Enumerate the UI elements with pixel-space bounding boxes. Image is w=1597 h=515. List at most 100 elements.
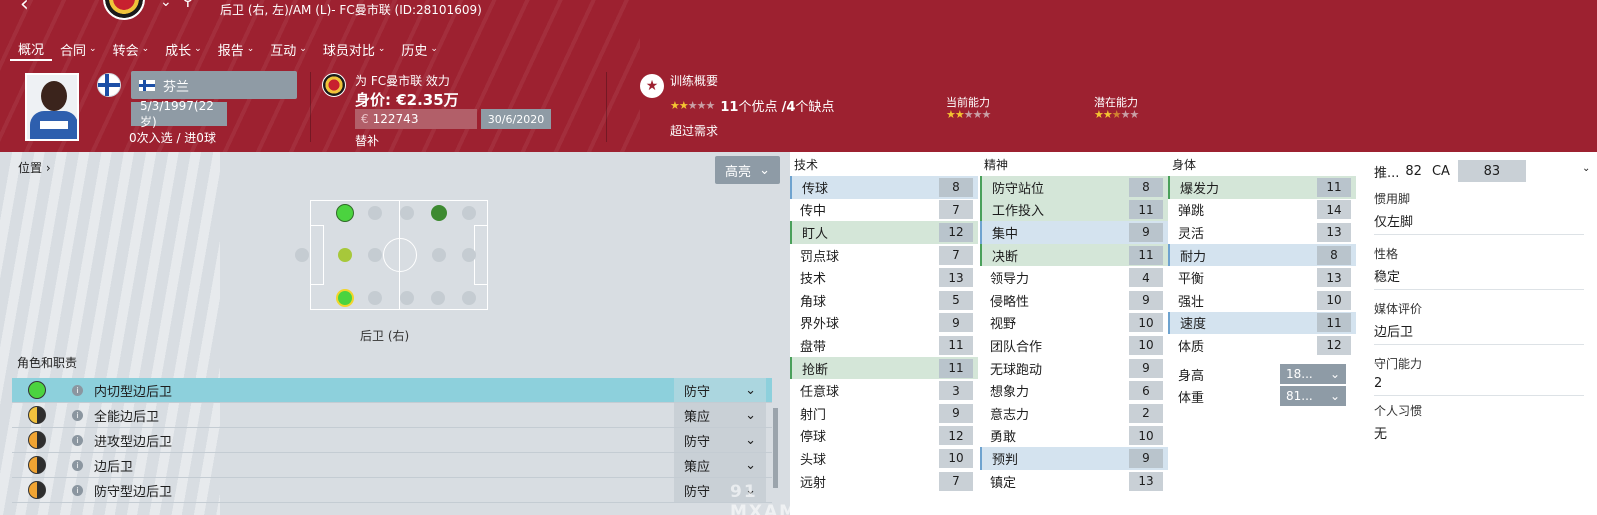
info-icon[interactable]: i [72,434,83,446]
tab-transfer[interactable]: 转会 ⌄ [105,37,158,61]
attr-row[interactable]: 抢断 11 [790,356,978,380]
attr-row[interactable]: 灵活 13 [1168,221,1356,244]
position-dot-dc[interactable] [338,248,352,262]
attr-row[interactable]: 技术 13 [790,266,978,289]
position-dot-gk[interactable] [295,248,309,262]
attr-row[interactable]: 镇定 13 [980,470,1168,493]
attr-row[interactable]: 工作投入 11 [980,198,1168,222]
club-crest-icon[interactable] [322,73,346,97]
position-dot-amc[interactable] [432,248,446,262]
position-dot-m-l[interactable] [400,206,414,220]
roles-header: 角色和职责 [17,356,78,370]
info-icon[interactable]: i [72,459,83,471]
attr-row[interactable]: 头球 10 [790,447,978,470]
attr-row[interactable]: 强壮 10 [1168,289,1356,312]
attr-row[interactable]: 传中 7 [790,199,978,222]
attr-value: 2 [1129,403,1163,423]
attr-row[interactable]: 耐力 8 [1168,243,1356,267]
roles-scrollbar[interactable] [773,408,778,488]
duty-dropdown[interactable]: 策应 ⌄ [674,453,766,477]
position-dot-st-l[interactable] [462,206,476,220]
attr-row[interactable]: 爆发力 11 [1168,176,1356,199]
attr-row[interactable]: 速度 11 [1168,311,1356,335]
plays-for-text[interactable]: 为 FC曼市联 效力 [355,72,450,89]
training-rating[interactable]: ★★★★★ 11个优点 /4个缺点 [670,96,834,115]
attr-row[interactable]: 预判 9 [980,447,1168,470]
position-dot-dr[interactable] [336,289,354,307]
nation-field[interactable]: 芬兰 [131,71,297,99]
tab-overview[interactable]: 概况 [10,37,53,61]
back-icon[interactable]: ‹ [20,0,29,17]
position-dot-m-r[interactable] [400,291,414,305]
position-dot-dl[interactable] [336,204,354,222]
attr-row[interactable]: 防守站位 8 [980,176,1168,199]
position-dot-dm-r[interactable] [368,291,382,305]
info-icon[interactable]: i [72,384,83,396]
position-dot-dm[interactable] [368,248,382,262]
duty-dropdown[interactable]: 策应 ⌄ [674,403,766,427]
attr-row[interactable]: 勇敢 10 [980,425,1168,448]
role-row[interactable]: i 内切型边后卫 防守 ⌄ [12,378,772,403]
role-row[interactable]: i 防守型边后卫 防守 ⌄ [12,478,772,503]
attr-row[interactable]: 射门 9 [790,402,978,425]
weight-select[interactable]: 81... ⌄ [1280,386,1346,407]
position-dot-st-r[interactable] [462,291,476,305]
attr-row[interactable]: 传球 8 [790,176,978,199]
role-row[interactable]: i 全能边后卫 策应 ⌄ [12,403,772,428]
finland-flag-icon[interactable] [97,73,121,97]
chevron-down-icon: ⌄ [194,44,202,54]
position-link[interactable]: 位置 › [18,159,51,176]
tab-history[interactable]: 历史 ⌄ [393,37,446,61]
chevron-down-icon[interactable]: ⌄ [1582,163,1590,174]
info-value: 边后卫 [1374,325,1414,340]
attr-row[interactable]: 弹跳 14 [1168,199,1356,222]
role-row[interactable]: i 进攻型边后卫 防守 ⌄ [12,428,772,453]
tab-contract[interactable]: 合同 ⌄ [52,37,105,61]
attr-row[interactable]: 领导力 4 [980,266,1168,289]
position-dot-dm-l[interactable] [368,206,382,220]
position-dot-aml[interactable] [431,205,447,221]
tab-development[interactable]: 成长 ⌄ [157,37,210,61]
attr-row[interactable]: 停球 12 [790,425,978,448]
attr-value: 9 [939,403,973,423]
attr-row[interactable]: 视野 10 [980,312,1168,335]
search-icon[interactable]: ⚲ [182,0,194,9]
chevron-down-icon: ⌄ [377,44,386,54]
attr-row[interactable]: 角球 5 [790,289,978,312]
dob-field: 5/3/1997(22岁) [131,99,227,129]
duty-dropdown[interactable]: 防守 ⌄ [674,428,766,452]
attr-row[interactable]: 无球跑动 9 [980,357,1168,380]
info-icon[interactable]: i [72,484,83,496]
highlight-dropdown[interactable]: 高亮 ⌄ [715,156,780,184]
wage-field[interactable]: € 122743 [355,109,477,129]
attr-row[interactable]: 侵略性 9 [980,289,1168,312]
attr-row[interactable]: 决断 11 [980,243,1168,267]
attr-row[interactable]: 任意球 3 [790,379,978,402]
attr-row[interactable]: 意志力 2 [980,402,1168,425]
star-half-icon: ★ [1111,108,1122,121]
position-caption: 后卫 (右) [360,329,410,343]
attr-row[interactable]: 体质 12 [1168,334,1356,357]
attr-row[interactable]: 盘带 11 [790,334,978,357]
info-icon[interactable]: i [72,409,83,421]
duty-dropdown[interactable]: 防守 ⌄ [674,378,766,402]
height-select[interactable]: 18... ⌄ [1280,364,1346,385]
attr-row[interactable]: 盯人 12 [790,221,978,244]
role-row[interactable]: i 边后卫 策应 ⌄ [12,453,772,478]
tab-interaction[interactable]: 互动 ⌄ [262,37,315,61]
attr-row[interactable]: 集中 9 [980,221,1168,244]
avatar[interactable] [25,73,79,141]
position-dot-amr[interactable] [431,291,445,305]
attr-row[interactable]: 团队合作 10 [980,334,1168,357]
chevron-down-icon[interactable]: ⌄ [160,0,172,10]
tab-reports[interactable]: 报告 ⌄ [210,37,263,61]
attr-row[interactable]: 罚点球 7 [790,244,978,267]
attr-row[interactable]: 界外球 9 [790,312,978,335]
position-dot-st[interactable] [462,248,476,262]
attr-row[interactable]: 平衡 13 [1168,266,1356,289]
attr-name: 罚点球 [800,249,840,265]
attr-row[interactable]: 远射 7 [790,470,978,493]
tab-compare[interactable]: 球员对比 ⌄ [315,37,394,61]
attr-row[interactable]: 想象力 6 [980,379,1168,402]
attr-name: 平衡 [1178,272,1205,288]
